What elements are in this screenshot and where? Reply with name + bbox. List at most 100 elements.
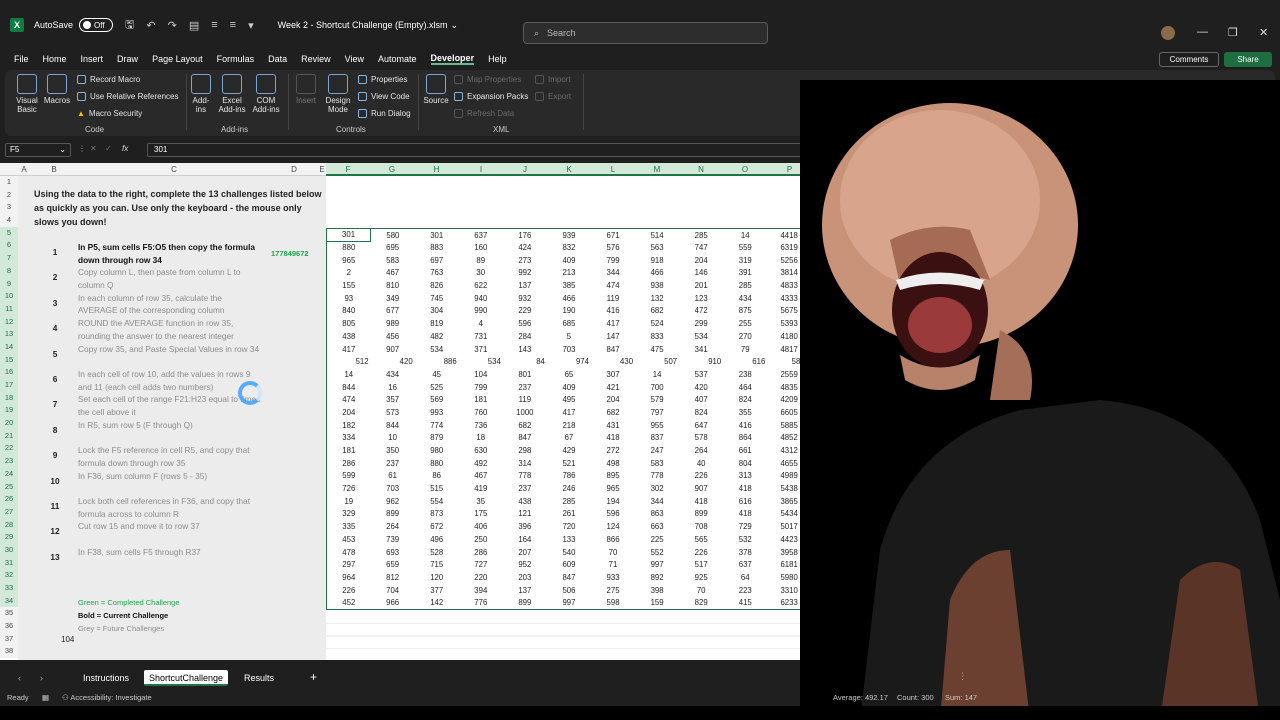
accessibility-status[interactable]: ⚇ Accessibility: Investigate bbox=[62, 693, 152, 702]
row-header-33[interactable]: 33 bbox=[0, 582, 18, 595]
grid-cell[interactable]: 695 bbox=[371, 241, 415, 254]
grid-cell[interactable]: 14 bbox=[327, 368, 371, 381]
grid-cell[interactable]: 844 bbox=[327, 381, 371, 394]
grid-cell[interactable]: 745 bbox=[415, 292, 459, 305]
grid-cell[interactable]: 472 bbox=[679, 305, 723, 318]
grid-cell[interactable]: 805 bbox=[327, 317, 371, 330]
menu-developer[interactable]: Developer bbox=[430, 53, 475, 65]
grid-cell[interactable]: 418 bbox=[591, 432, 635, 445]
restore-icon[interactable]: ❐ bbox=[1228, 26, 1238, 39]
grid-cell[interactable]: 637 bbox=[723, 558, 767, 571]
grid-cell[interactable]: 398 bbox=[635, 584, 679, 597]
grid-cell[interactable]: 194 bbox=[591, 495, 635, 508]
grid-cell[interactable]: 4 bbox=[459, 317, 503, 330]
grid-cell[interactable]: 786 bbox=[547, 470, 591, 483]
grid-cell[interactable]: 482 bbox=[415, 330, 459, 343]
grid-cell[interactable]: 121 bbox=[503, 508, 547, 521]
grid-cell[interactable]: 30 bbox=[459, 267, 503, 280]
grid-cell[interactable]: 899 bbox=[371, 508, 415, 521]
grid-cell[interactable]: 2559 bbox=[767, 368, 811, 381]
grid-cell[interactable]: 989 bbox=[371, 317, 415, 330]
column-header-p[interactable]: P bbox=[767, 163, 812, 176]
grid-cell[interactable]: 417 bbox=[591, 317, 635, 330]
grid-cell[interactable]: 452 bbox=[327, 596, 371, 609]
grid-cell[interactable]: 182 bbox=[327, 419, 371, 432]
align-icon[interactable]: ≡ bbox=[211, 19, 217, 31]
grid-cell[interactable]: 284 bbox=[503, 330, 547, 343]
grid-cell[interactable]: 495 bbox=[547, 393, 591, 406]
grid-cell[interactable]: 371 bbox=[459, 343, 503, 356]
grid-cell[interactable]: 774 bbox=[415, 419, 459, 432]
grid-cell[interactable]: 307 bbox=[591, 368, 635, 381]
row-header-21[interactable]: 21 bbox=[0, 429, 18, 443]
row-header-27[interactable]: 27 bbox=[0, 505, 18, 519]
grid-cell[interactable]: 67 bbox=[547, 432, 591, 445]
grid-cell[interactable]: 731 bbox=[459, 330, 503, 343]
grid-cell[interactable]: 5393 bbox=[767, 317, 811, 330]
grid-cell[interactable]: 847 bbox=[591, 343, 635, 356]
grid-cell[interactable]: 671 bbox=[591, 229, 635, 242]
grid-cell[interactable]: 630 bbox=[459, 444, 503, 457]
grid-cell[interactable]: 704 bbox=[371, 584, 415, 597]
grid-cell[interactable]: 89 bbox=[459, 254, 503, 267]
grid-cell[interactable]: 45 bbox=[415, 368, 459, 381]
grid-cell[interactable]: 335 bbox=[327, 520, 371, 533]
grid-cell[interactable]: 829 bbox=[679, 596, 723, 609]
grid-cell[interactable]: 992 bbox=[503, 267, 547, 280]
grid-cell[interactable]: 677 bbox=[371, 305, 415, 318]
grid-cell[interactable]: 569 bbox=[415, 393, 459, 406]
grid-cell[interactable]: 155 bbox=[327, 279, 371, 292]
grid-cell[interactable]: 415 bbox=[723, 596, 767, 609]
menu-draw[interactable]: Draw bbox=[117, 54, 138, 64]
row-header-4[interactable]: 4 bbox=[0, 214, 18, 227]
grid-cell[interactable]: 799 bbox=[591, 254, 635, 267]
grid-cell[interactable]: 344 bbox=[635, 495, 679, 508]
menu-automate[interactable]: Automate bbox=[378, 54, 417, 64]
grid-cell[interactable]: 682 bbox=[635, 305, 679, 318]
grid-cell[interactable]: 5 bbox=[547, 330, 591, 343]
row-header-37[interactable]: 37 bbox=[0, 633, 18, 646]
row-header-13[interactable]: 13 bbox=[0, 328, 18, 341]
grid-cell[interactable]: 3865 bbox=[767, 495, 811, 508]
row-header-3[interactable]: 3 bbox=[0, 201, 18, 214]
row-header-23[interactable]: 23 bbox=[0, 455, 18, 468]
visual-basic-button[interactable]: Visual Basic bbox=[13, 74, 41, 114]
grid-cell[interactable]: 475 bbox=[635, 343, 679, 356]
grid-cell[interactable]: 466 bbox=[547, 292, 591, 305]
grid-cell[interactable]: 416 bbox=[723, 419, 767, 432]
grid-cell[interactable]: 596 bbox=[503, 317, 547, 330]
grid-cell[interactable]: 899 bbox=[503, 596, 547, 609]
grid-cell[interactable]: 71 bbox=[591, 558, 635, 571]
row-header-22[interactable]: 22 bbox=[0, 442, 18, 456]
menu-review[interactable]: Review bbox=[301, 54, 331, 64]
grid-cell[interactable]: 925 bbox=[679, 571, 723, 584]
grid-cell[interactable]: 726 bbox=[327, 482, 371, 495]
grid-cell[interactable]: 661 bbox=[723, 444, 767, 457]
grid-cell[interactable]: 918 bbox=[635, 254, 679, 267]
document-title[interactable]: Week 2 - Shortcut Challenge (Empty).xlsm bbox=[278, 20, 448, 30]
row-header-19[interactable]: 19 bbox=[0, 404, 18, 418]
grid-cell[interactable]: 700 bbox=[635, 381, 679, 394]
grid-cell[interactable]: 886 bbox=[415, 355, 459, 368]
close-icon[interactable]: ✕ bbox=[1259, 26, 1268, 39]
form-icon[interactable]: ▤ bbox=[189, 19, 199, 32]
grid-cell[interactable]: 391 bbox=[723, 267, 767, 280]
comments-button[interactable]: Comments bbox=[1159, 52, 1219, 67]
menu-file[interactable]: File bbox=[14, 54, 29, 64]
grid-cell[interactable]: 394 bbox=[459, 584, 503, 597]
status-average[interactable]: Average: 492.17 bbox=[833, 693, 888, 702]
com-addins-button[interactable]: COM Add-ins bbox=[251, 74, 281, 114]
menu-home[interactable]: Home bbox=[43, 54, 67, 64]
grid-cell[interactable]: 137 bbox=[503, 584, 547, 597]
grid-cell[interactable]: 5434 bbox=[767, 508, 811, 521]
column-header-i[interactable]: I bbox=[459, 163, 503, 176]
menu-formulas[interactable]: Formulas bbox=[217, 54, 255, 64]
grid-cell[interactable]: 609 bbox=[547, 558, 591, 571]
grid-cell[interactable]: 616 bbox=[723, 495, 767, 508]
grid-cell[interactable]: 3958 bbox=[767, 546, 811, 559]
row-header-35[interactable]: 35 bbox=[0, 607, 18, 620]
grid-cell[interactable]: 246 bbox=[547, 482, 591, 495]
grid-cell[interactable]: 418 bbox=[679, 495, 723, 508]
grid-cell[interactable]: 637 bbox=[459, 229, 503, 242]
grid-cell[interactable]: 974 bbox=[547, 355, 591, 368]
